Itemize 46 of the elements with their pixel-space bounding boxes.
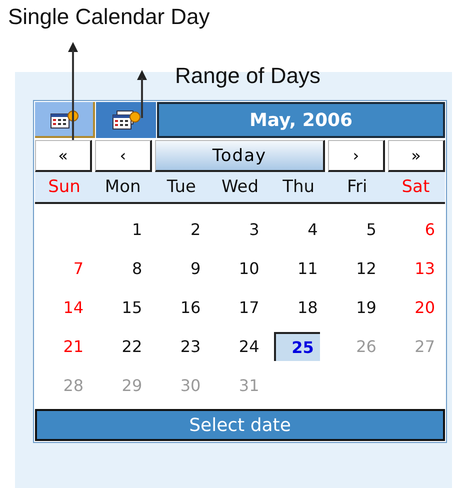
day-cell[interactable]: 14	[61, 294, 86, 321]
day-cell[interactable]: 5	[364, 216, 378, 243]
select-date-button[interactable]: Select date	[35, 409, 445, 441]
annotation-label: Single Calendar Day	[7, 3, 210, 31]
last-button[interactable]: »	[388, 140, 445, 172]
day-cell[interactable]: 12	[354, 255, 378, 282]
weekday-label: Sat	[400, 177, 431, 197]
day-cell[interactable]: 11	[295, 255, 320, 282]
weekday-label: Mon	[104, 177, 142, 197]
day-cell[interactable]: 1	[130, 216, 144, 243]
annotation-label: Range of Days	[175, 66, 321, 90]
day-cell[interactable]: 24	[236, 333, 262, 360]
day-cell[interactable]: 7	[71, 255, 86, 282]
weekday-label: Thu	[282, 177, 316, 197]
weekday-label: Wed	[220, 177, 260, 197]
mode-button[interactable]	[35, 102, 95, 138]
day-cell[interactable]: 18	[295, 294, 320, 321]
day-cell[interactable]: 2	[188, 216, 203, 243]
calendar-icon	[111, 109, 141, 131]
day-cell[interactable]: 16	[178, 294, 203, 321]
day-cell[interactable]: 22	[120, 333, 144, 360]
day-cell[interactable]: 8	[130, 255, 144, 282]
first-button[interactable]: «	[35, 140, 92, 172]
day-cell[interactable]: 17	[236, 294, 262, 321]
day-cell[interactable]: 3	[247, 216, 262, 243]
weekday-label: Fri	[346, 177, 368, 197]
next-button[interactable]: ›	[328, 140, 385, 172]
day-cell[interactable]: 23	[178, 333, 203, 360]
day-cell[interactable]: 21	[61, 333, 86, 360]
weekday-label: Sun	[47, 177, 82, 197]
day-cell[interactable]: 10	[236, 255, 262, 282]
day-cell[interactable]: 6	[422, 216, 437, 243]
day-cell[interactable]: 4	[306, 216, 320, 243]
calendar-icon	[49, 108, 79, 130]
arrow	[136, 68, 148, 118]
mode-button[interactable]	[96, 102, 156, 138]
day-cell[interactable]: 25	[274, 332, 320, 361]
day-cell[interactable]: 9	[188, 255, 203, 282]
previous-button[interactable]: ‹	[95, 140, 152, 172]
day-cell[interactable]: 19	[354, 294, 378, 321]
weekday-label: Tue	[166, 177, 197, 197]
month-title: May, 2006	[157, 102, 445, 138]
day-cell[interactable]: 20	[412, 294, 437, 321]
today-button[interactable]: Today	[155, 140, 325, 172]
day-cell[interactable]: 13	[412, 255, 437, 282]
day-cell[interactable]: 15	[120, 294, 144, 321]
